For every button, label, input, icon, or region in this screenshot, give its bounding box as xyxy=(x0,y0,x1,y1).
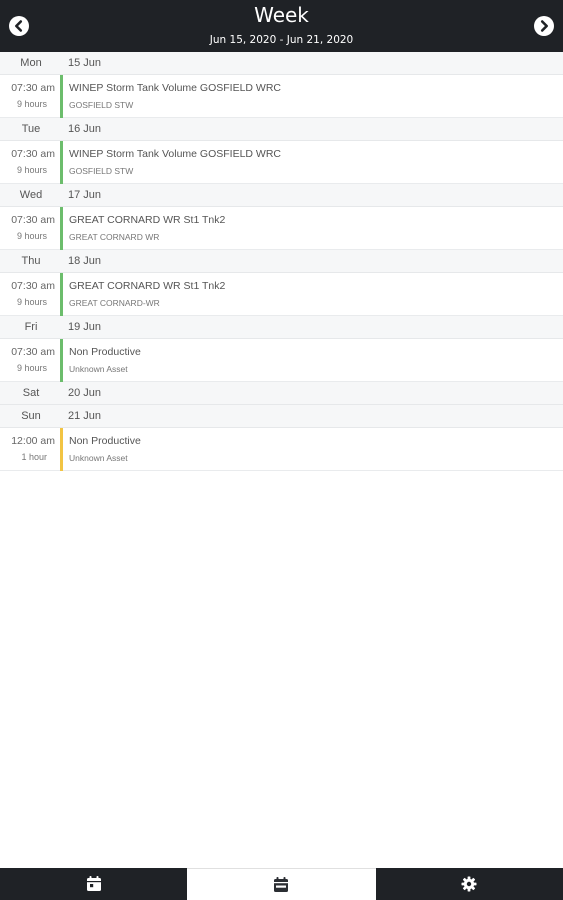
event-color-bar xyxy=(60,75,63,118)
event-time: 07:30 am xyxy=(11,280,55,292)
event-time: 07:30 am xyxy=(11,148,55,160)
event-time: 12:00 am xyxy=(11,435,55,447)
event-item[interactable]: 07:30 am 9 hours GREAT CORNARD WR St1 Tn… xyxy=(0,207,563,250)
page-title: Week xyxy=(254,3,309,27)
settings-gear-icon xyxy=(461,876,477,892)
event-color-bar xyxy=(60,339,63,382)
event-time: 07:30 am xyxy=(11,214,55,226)
event-title: WINEP Storm Tank Volume GOSFIELD WRC xyxy=(69,82,281,94)
bottom-tab-bar xyxy=(0,868,563,900)
tab-week[interactable] xyxy=(187,868,376,900)
event-item[interactable]: 07:30 am 9 hours Non Productive Unknown … xyxy=(0,339,563,382)
app-header: Week Jun 15, 2020 - Jun 21, 2020 xyxy=(0,0,563,52)
chevron-right-circle-icon xyxy=(540,20,548,32)
day-date: 19 Jun xyxy=(68,321,102,333)
day-of-week: Mon xyxy=(20,57,42,69)
day-date: 15 Jun xyxy=(68,57,102,69)
event-asset: GOSFIELD STW xyxy=(69,166,134,176)
event-time: 07:30 am xyxy=(11,346,55,358)
day-date: 20 Jun xyxy=(68,387,102,399)
event-color-bar xyxy=(60,141,63,184)
event-item[interactable]: 07:30 am 9 hours WINEP Storm Tank Volume… xyxy=(0,141,563,184)
event-title: GREAT CORNARD WR St1 Tnk2 xyxy=(69,214,226,226)
event-asset: Unknown Asset xyxy=(69,453,128,463)
event-time: 07:30 am xyxy=(11,82,55,94)
event-title: Non Productive xyxy=(69,435,141,447)
tab-day[interactable] xyxy=(0,868,187,900)
event-title: WINEP Storm Tank Volume GOSFIELD WRC xyxy=(69,148,281,160)
day-of-week: Thu xyxy=(21,255,41,267)
event-asset: Unknown Asset xyxy=(69,364,128,374)
event-duration: 9 hours xyxy=(16,363,47,373)
event-duration: 1 hour xyxy=(21,452,47,462)
calendar-day-icon xyxy=(87,876,101,891)
tab-settings[interactable] xyxy=(376,868,563,900)
day-header-fri: Fri 19 Jun xyxy=(0,316,563,339)
day-date: 16 Jun xyxy=(68,123,102,135)
event-duration: 9 hours xyxy=(16,297,47,307)
event-item[interactable]: 07:30 am 9 hours GREAT CORNARD WR St1 Tn… xyxy=(0,273,563,316)
event-item[interactable]: 12:00 am 1 hour Non Productive Unknown A… xyxy=(0,428,563,471)
day-header-mon: Mon 15 Jun xyxy=(0,52,563,75)
event-asset: GREAT CORNARD-WR xyxy=(69,298,160,308)
event-title: GREAT CORNARD WR St1 Tnk2 xyxy=(69,280,226,292)
day-header-wed: Wed 17 Jun xyxy=(0,184,563,207)
event-color-bar xyxy=(60,428,63,471)
day-of-week: Fri xyxy=(24,321,38,333)
date-range: Jun 15, 2020 - Jun 21, 2020 xyxy=(209,34,354,46)
day-header-tue: Tue 16 Jun xyxy=(0,118,563,141)
day-header-sun: Sun 21 Jun xyxy=(0,405,563,428)
event-asset: GREAT CORNARD WR xyxy=(69,232,160,242)
event-duration: 9 hours xyxy=(16,99,47,109)
event-item[interactable]: 07:30 am 9 hours WINEP Storm Tank Volume… xyxy=(0,75,563,118)
event-duration: 9 hours xyxy=(16,165,47,175)
calendar-week-icon xyxy=(274,877,288,892)
event-title: Non Productive xyxy=(69,346,141,358)
day-of-week: Wed xyxy=(19,189,43,201)
day-date: 17 Jun xyxy=(68,189,102,201)
day-header-thu: Thu 18 Jun xyxy=(0,250,563,273)
day-of-week: Sat xyxy=(22,387,40,399)
event-color-bar xyxy=(60,273,63,316)
event-asset: GOSFIELD STW xyxy=(69,100,134,110)
day-header-sat: Sat 20 Jun xyxy=(0,382,563,405)
day-of-week: Tue xyxy=(21,123,41,135)
event-duration: 9 hours xyxy=(16,231,47,241)
day-of-week: Sun xyxy=(21,410,41,422)
event-color-bar xyxy=(60,207,63,250)
day-date: 21 Jun xyxy=(68,410,102,422)
day-date: 18 Jun xyxy=(68,255,102,267)
week-schedule-list: Mon 15 Jun 07:30 am 9 hours WINEP Storm … xyxy=(0,52,563,471)
next-week-button[interactable] xyxy=(534,16,554,36)
